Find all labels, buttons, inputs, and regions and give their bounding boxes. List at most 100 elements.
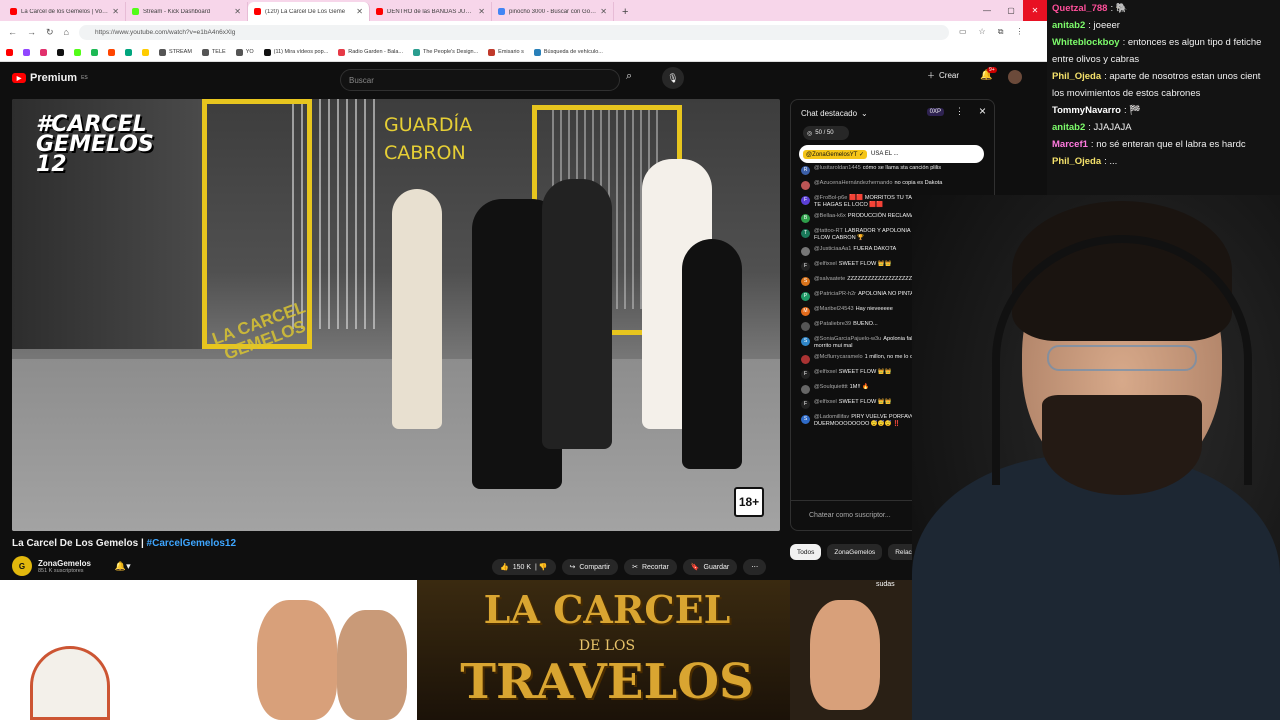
bookmark-item[interactable]: Radio Garden - Bala... xyxy=(338,48,403,56)
forward-icon[interactable]: → xyxy=(27,27,36,37)
bookmark-item[interactable]: YO xyxy=(235,48,254,56)
bookmark-item[interactable] xyxy=(108,48,115,56)
minimize-icon[interactable]: — xyxy=(975,0,999,21)
chat-avatar: B xyxy=(801,214,810,223)
window-close-icon[interactable]: ✕ xyxy=(1023,0,1047,21)
close-tab-icon[interactable]: ✕ xyxy=(356,7,363,16)
chat-username: @elfixxel xyxy=(814,369,837,375)
save-button[interactable]: 🔖 Guardar xyxy=(682,559,738,575)
video-title-text: La Carcel De Los Gemelos | xyxy=(12,538,147,549)
tab-favicon-icon xyxy=(10,8,17,15)
close-tab-icon[interactable]: ✕ xyxy=(478,7,485,16)
xp-badge[interactable]: 0XP xyxy=(926,108,944,116)
close-tab-icon[interactable]: ✕ xyxy=(234,7,241,16)
bookmark-item[interactable]: STREAM xyxy=(159,48,192,56)
pinned-message[interactable]: @ZonaGemelosYT ✓ USA EL ... xyxy=(799,145,984,163)
search-input[interactable]: Buscar xyxy=(340,69,620,91)
notifications-icon[interactable]: 🔔 9+ xyxy=(980,67,997,81)
thumbnail-title: LA CARCEL xyxy=(483,587,731,632)
bookmark-icon xyxy=(488,48,496,56)
bookmark-icon xyxy=(338,48,346,56)
chat-mode-label[interactable]: Chat destacado xyxy=(801,109,857,118)
video-player[interactable]: #CARCEL GEMELOS 12 GUARDÍA CABRON LA CAR… xyxy=(12,99,780,531)
navigation-bar: ← → ↻ ⌂ https://www.youtube.com/watch?v=… xyxy=(0,21,1047,43)
create-button[interactable]: ＋ Crear xyxy=(927,70,959,81)
chat-avatar: P xyxy=(801,292,810,301)
microphone-icon[interactable]: 🎙 xyxy=(662,67,684,89)
home-icon[interactable]: ⌂ xyxy=(64,27,69,37)
chat-message[interactable]: @AzucenaHernándezhernando no copia es Dak… xyxy=(801,180,986,191)
chevron-down-icon[interactable]: ⌄ xyxy=(861,109,868,118)
subscription-bell-icon[interactable]: 🔔▾ xyxy=(115,561,131,572)
close-icon[interactable]: × xyxy=(979,104,986,118)
filter-chip[interactable]: ZonaGemelos xyxy=(827,544,883,560)
thumbnail[interactable] xyxy=(207,580,417,720)
bookmark-item[interactable] xyxy=(23,48,30,56)
new-tab-button[interactable]: + xyxy=(614,2,636,21)
bookmark-label: The People's Design... xyxy=(423,49,479,55)
bookmark-icon xyxy=(235,48,243,56)
chat-message-body: @Maribel24543 Hay nieveeeee xyxy=(814,306,893,313)
browser-tab[interactable]: Stream - Kick Dashboard ✕ xyxy=(126,2,248,21)
address-bar[interactable]: https://www.youtube.com/watch?v=e1bA4n6x… xyxy=(78,24,949,40)
close-tab-icon[interactable]: ✕ xyxy=(112,7,119,16)
menu-icon[interactable]: ⋮ xyxy=(1015,27,1023,37)
chat-message[interactable]: R @lusitaroldan1445 cómo se llama sta canc… xyxy=(801,165,986,176)
video-hashtag[interactable]: #CarcelGemelos12 xyxy=(147,538,237,549)
bookmark-item[interactable]: Búsqueda de vehículo... xyxy=(533,48,603,56)
channel-name[interactable]: ZonaGemelos xyxy=(38,559,91,568)
channel-avatar[interactable]: G xyxy=(12,556,32,576)
bookmark-label: Búsqueda de vehículo... xyxy=(543,49,603,55)
target-icon: ◎ xyxy=(807,130,813,137)
close-tab-icon[interactable]: ✕ xyxy=(600,7,607,16)
more-options-button[interactable]: ⋯ xyxy=(743,559,767,575)
screen-cast-icon[interactable]: ▭ xyxy=(959,27,967,37)
chat-username: @Soulquietttt xyxy=(814,384,848,390)
bookmark-item[interactable]: Emisario s xyxy=(488,48,524,56)
maximize-icon[interactable]: ▢ xyxy=(999,0,1023,21)
bookmark-icon xyxy=(108,48,115,56)
bookmark-item[interactable]: (11) Mira vídeos pop... xyxy=(263,48,328,56)
bookmark-item[interactable] xyxy=(125,48,132,56)
chat-message-body: @elfixxel SWEET FLOW 👑👑 xyxy=(814,399,892,406)
thumbs-down-icon[interactable]: | 👎 xyxy=(535,563,547,571)
thumbnail[interactable] xyxy=(0,580,207,720)
browser-tab[interactable]: La Carcel de los Gemelos | Votos ✕ xyxy=(4,2,126,21)
chat-avatar: R xyxy=(801,166,810,175)
bookmark-item[interactable]: The People's Design... xyxy=(413,48,479,56)
bookmark-item[interactable]: TELE xyxy=(201,48,226,56)
search-icon[interactable]: ⌕ xyxy=(626,70,632,83)
chat-username: @JusticiaaAa1 xyxy=(814,246,852,252)
star-icon[interactable]: ☆ xyxy=(979,27,986,37)
stream-chat-message: anitab2: joeeer xyxy=(1047,17,1280,34)
chat-text: Hay nieveeeee xyxy=(855,306,893,312)
browser-tab[interactable]: pinocho 3000 - Buscar con Google ✕ xyxy=(492,2,614,21)
extension-icon[interactable]: ⧉ xyxy=(998,27,1004,37)
bookmark-item[interactable] xyxy=(6,48,13,56)
chat-username: @Ladomillifav xyxy=(814,414,850,420)
like-button[interactable]: 👍 150 K | 👎 xyxy=(492,559,556,575)
thumbnail[interactable]: Me la sudas xyxy=(790,580,912,720)
bookmark-item[interactable] xyxy=(74,48,81,56)
bookmark-label: YO xyxy=(245,49,254,55)
thumbnail[interactable]: LA CARCEL DE LOS TRAVELOS xyxy=(417,580,790,720)
reload-icon[interactable]: ↻ xyxy=(46,27,54,38)
account-avatar[interactable] xyxy=(1008,70,1022,84)
bookmark-item[interactable] xyxy=(40,48,47,56)
youtube-logo[interactable]: ▶ Premium ES xyxy=(12,72,88,84)
stream-chat-username: Marcef1 xyxy=(1052,139,1088,150)
back-icon[interactable]: ← xyxy=(8,27,17,37)
chat-menu-icon[interactable]: ⋮ xyxy=(955,106,964,117)
stream-chat-text: : 🏁 xyxy=(1124,105,1142,116)
subscriber-count: 851 K suscriptores xyxy=(38,567,84,574)
notification-badge: 9+ xyxy=(987,67,997,73)
bookmark-item[interactable] xyxy=(142,48,149,56)
browser-tab[interactable]: DENTRO de las BANDAS JUVENILES ✕ xyxy=(370,2,492,21)
browser-tab[interactable]: (120) La Carcel De Los Geme ✕ xyxy=(248,2,370,21)
filter-chip[interactable]: Todos xyxy=(790,544,822,560)
bookmark-label: TELE xyxy=(211,49,226,55)
share-button[interactable]: ↪ Compartir xyxy=(561,559,619,575)
bookmark-item[interactable] xyxy=(57,48,64,56)
bookmark-item[interactable] xyxy=(91,48,98,56)
clip-button[interactable]: ✂ Recortar xyxy=(624,559,677,575)
